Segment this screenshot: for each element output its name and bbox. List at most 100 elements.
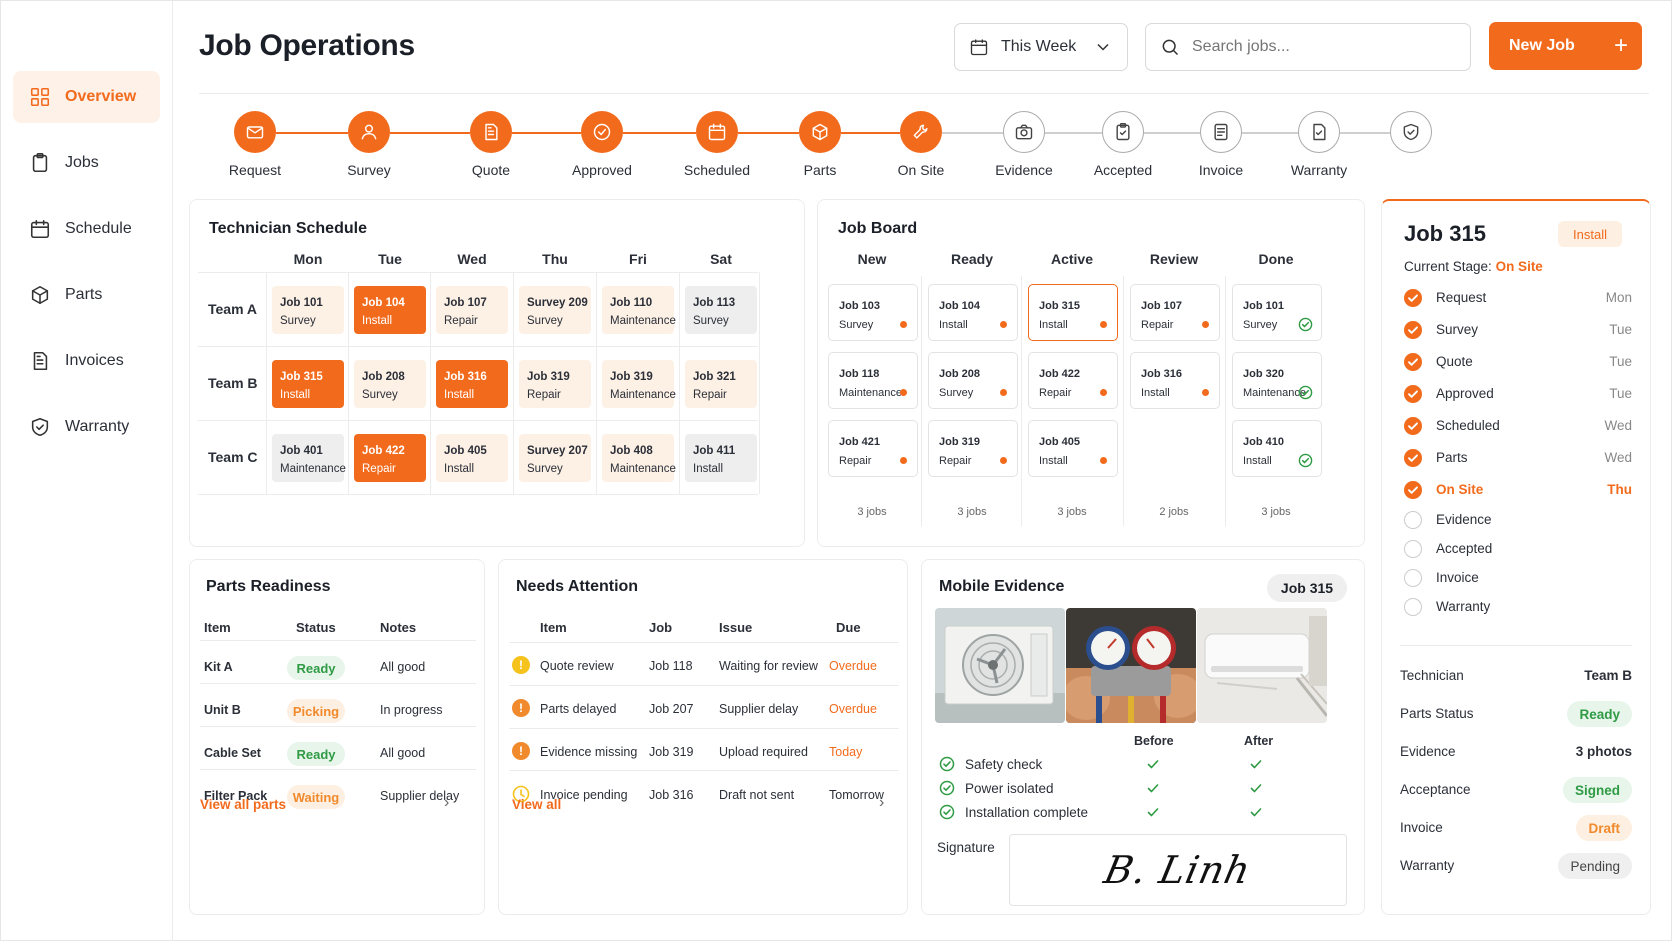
schedule-job-chip[interactable]: Job 401 Maintenance (272, 434, 346, 482)
schedule-job-chip[interactable]: Job 405 Install (436, 434, 508, 482)
board-job-card[interactable]: Job 315 Install (1028, 284, 1118, 341)
board-job-card[interactable]: Job 319 Repair (928, 420, 1018, 477)
after-label: After (1244, 734, 1274, 748)
schedule-job-chip[interactable]: Job 208 Survey (354, 360, 426, 408)
pipeline-step-approved[interactable]: Approved (552, 111, 652, 178)
schedule-job-chip[interactable]: Job 319 Maintenance (602, 360, 676, 408)
status-dot (900, 389, 907, 396)
job-number: Job 103 (839, 300, 880, 312)
check-circle-icon (1298, 317, 1313, 332)
evidence-check-row: Installation complete (939, 804, 1088, 820)
board-column-review: Review (1149, 251, 1199, 267)
schedule-job-chip[interactable]: Job 113 Survey (685, 286, 757, 334)
schedule-job-chip[interactable]: Job 319 Repair (519, 360, 591, 408)
calendar-icon (970, 39, 988, 56)
schedule-job-chip[interactable]: Job 422 Repair (354, 434, 426, 482)
current-stage-value: On Site (1495, 259, 1543, 274)
pipeline-step-accepted[interactable]: Accepted (1073, 111, 1173, 178)
pipeline-step-final[interactable] (1361, 111, 1461, 162)
board-job-card[interactable]: Job 405 Install (1028, 420, 1118, 477)
schedule-job-chip[interactable]: Job 408 Maintenance (602, 434, 676, 482)
attention-issue: Draft not sent (719, 788, 795, 802)
stage-day: Tue (1609, 322, 1632, 337)
grid-line (198, 272, 758, 273)
pipeline-step-quote[interactable]: Quote (441, 111, 541, 178)
board-job-card[interactable]: Job 421 Repair (828, 420, 918, 477)
chevron-right-icon[interactable]: › (444, 794, 449, 812)
stage-name: Survey (1436, 322, 1479, 337)
sidebar-item-invoices[interactable]: Invoices (13, 335, 160, 387)
board-job-card[interactable]: Job 107 Repair (1130, 284, 1220, 341)
sidebar: Overview Jobs Schedule Parts Invoices Warrant… (1, 1, 173, 941)
sidebar-item-label: Warranty (65, 418, 130, 435)
pipeline-step-survey[interactable]: Survey (319, 111, 419, 178)
board-job-card[interactable]: Job 316 Install (1130, 352, 1220, 409)
detail-key: Acceptance (1400, 782, 1471, 797)
sidebar-item-warranty[interactable]: Warranty (13, 401, 160, 453)
parts-readiness-card: Parts Readiness Item Status Notes Kit A Read… (189, 559, 485, 915)
board-job-card[interactable]: Job 422 Repair (1028, 352, 1118, 409)
search-input[interactable] (1192, 38, 1452, 56)
schedule-job-chip[interactable]: Survey 209 Survey (519, 286, 591, 334)
schedule-job-chip[interactable]: Job 101 Survey (272, 286, 344, 334)
pipeline-step-evidence[interactable]: Evidence (974, 111, 1074, 178)
pipeline-step-scheduled[interactable]: Scheduled (667, 111, 767, 178)
board-column-active: Active (1050, 251, 1094, 267)
detail-value: 3 photos (1575, 744, 1632, 759)
sidebar-item-overview[interactable]: Overview (13, 71, 160, 123)
before-label: Before (1134, 734, 1174, 748)
signature-box[interactable]: B. Linh (1009, 834, 1347, 906)
schedule-job-chip[interactable]: Survey 207 Survey (519, 434, 591, 482)
job-number: Job 118 (839, 368, 880, 380)
pipeline-step-on-site[interactable]: On Site (871, 111, 971, 178)
team-label: Team C (208, 449, 258, 465)
board-job-card[interactable]: Job 104 Install (928, 284, 1018, 341)
checkmark-icon (1250, 784, 1262, 793)
detail-key: Invoice (1400, 820, 1443, 835)
attention-item: Quote review (540, 659, 614, 673)
pipeline-step-request[interactable]: Request (205, 111, 305, 178)
indoor-unit-photo[interactable] (1197, 608, 1327, 723)
job-type: Maintenance (610, 389, 676, 401)
pipeline-step-warranty[interactable]: Warranty (1269, 111, 1369, 178)
sidebar-item-label: Schedule (65, 220, 132, 237)
board-job-card[interactable]: Job 208 Survey (928, 352, 1018, 409)
pipeline-step-invoice[interactable]: Invoice (1171, 111, 1271, 178)
board-job-card[interactable]: Job 103 Survey (828, 284, 918, 341)
part-item: Unit B (204, 703, 241, 717)
board-job-card[interactable]: Job 101 Survey (1232, 284, 1322, 341)
sidebar-item-schedule[interactable]: Schedule (13, 203, 160, 255)
schedule-job-chip[interactable]: Job 315 Install (272, 360, 344, 408)
schedule-job-chip[interactable]: Job 107 Repair (436, 286, 508, 334)
board-job-card[interactable]: Job 320 Maintenance (1232, 352, 1322, 409)
view-all-parts-link[interactable]: View all parts (200, 797, 286, 812)
job-number: Job 315 (1039, 300, 1080, 312)
job-type: Survey (693, 315, 729, 327)
completed-circle-icon (1404, 481, 1422, 499)
chevron-right-icon[interactable]: › (879, 794, 884, 812)
week-filter-select[interactable]: This Week (954, 23, 1128, 71)
detail-row-technician: Technician Team B (1400, 663, 1632, 689)
new-job-button[interactable]: New Job + (1489, 22, 1642, 70)
schedule-job-chip[interactable]: Job 110 Maintenance (602, 286, 676, 334)
schedule-job-chip[interactable]: Job 316 Install (436, 360, 508, 408)
board-job-card[interactable]: Job 410 Install (1232, 420, 1322, 477)
row-divider (509, 642, 899, 643)
grid-icon (29, 86, 51, 108)
schedule-job-chip[interactable]: Job 321 Repair (685, 360, 757, 408)
sidebar-item-parts[interactable]: Parts (13, 269, 160, 321)
board-job-card[interactable]: Job 118 Maintenance (828, 352, 918, 409)
pressure-gauges-photo[interactable] (1066, 608, 1196, 723)
schedule-day-sat: Sat (710, 251, 732, 267)
outdoor-unit-photo[interactable] (935, 608, 1065, 723)
schedule-job-chip[interactable]: Job 411 Install (685, 434, 757, 482)
stage-day: Thu (1607, 482, 1632, 497)
clipboard-icon (29, 152, 51, 174)
detail-status-badge: Pending (1558, 853, 1632, 879)
check-circle-icon (939, 804, 955, 820)
pipeline-step-parts[interactable]: Parts (770, 111, 870, 178)
checkmark-icon (1147, 784, 1159, 793)
sidebar-item-jobs[interactable]: Jobs (13, 137, 160, 189)
schedule-job-chip[interactable]: Job 104 Install (354, 286, 426, 334)
view-all-attention-link[interactable]: View all (512, 797, 561, 812)
